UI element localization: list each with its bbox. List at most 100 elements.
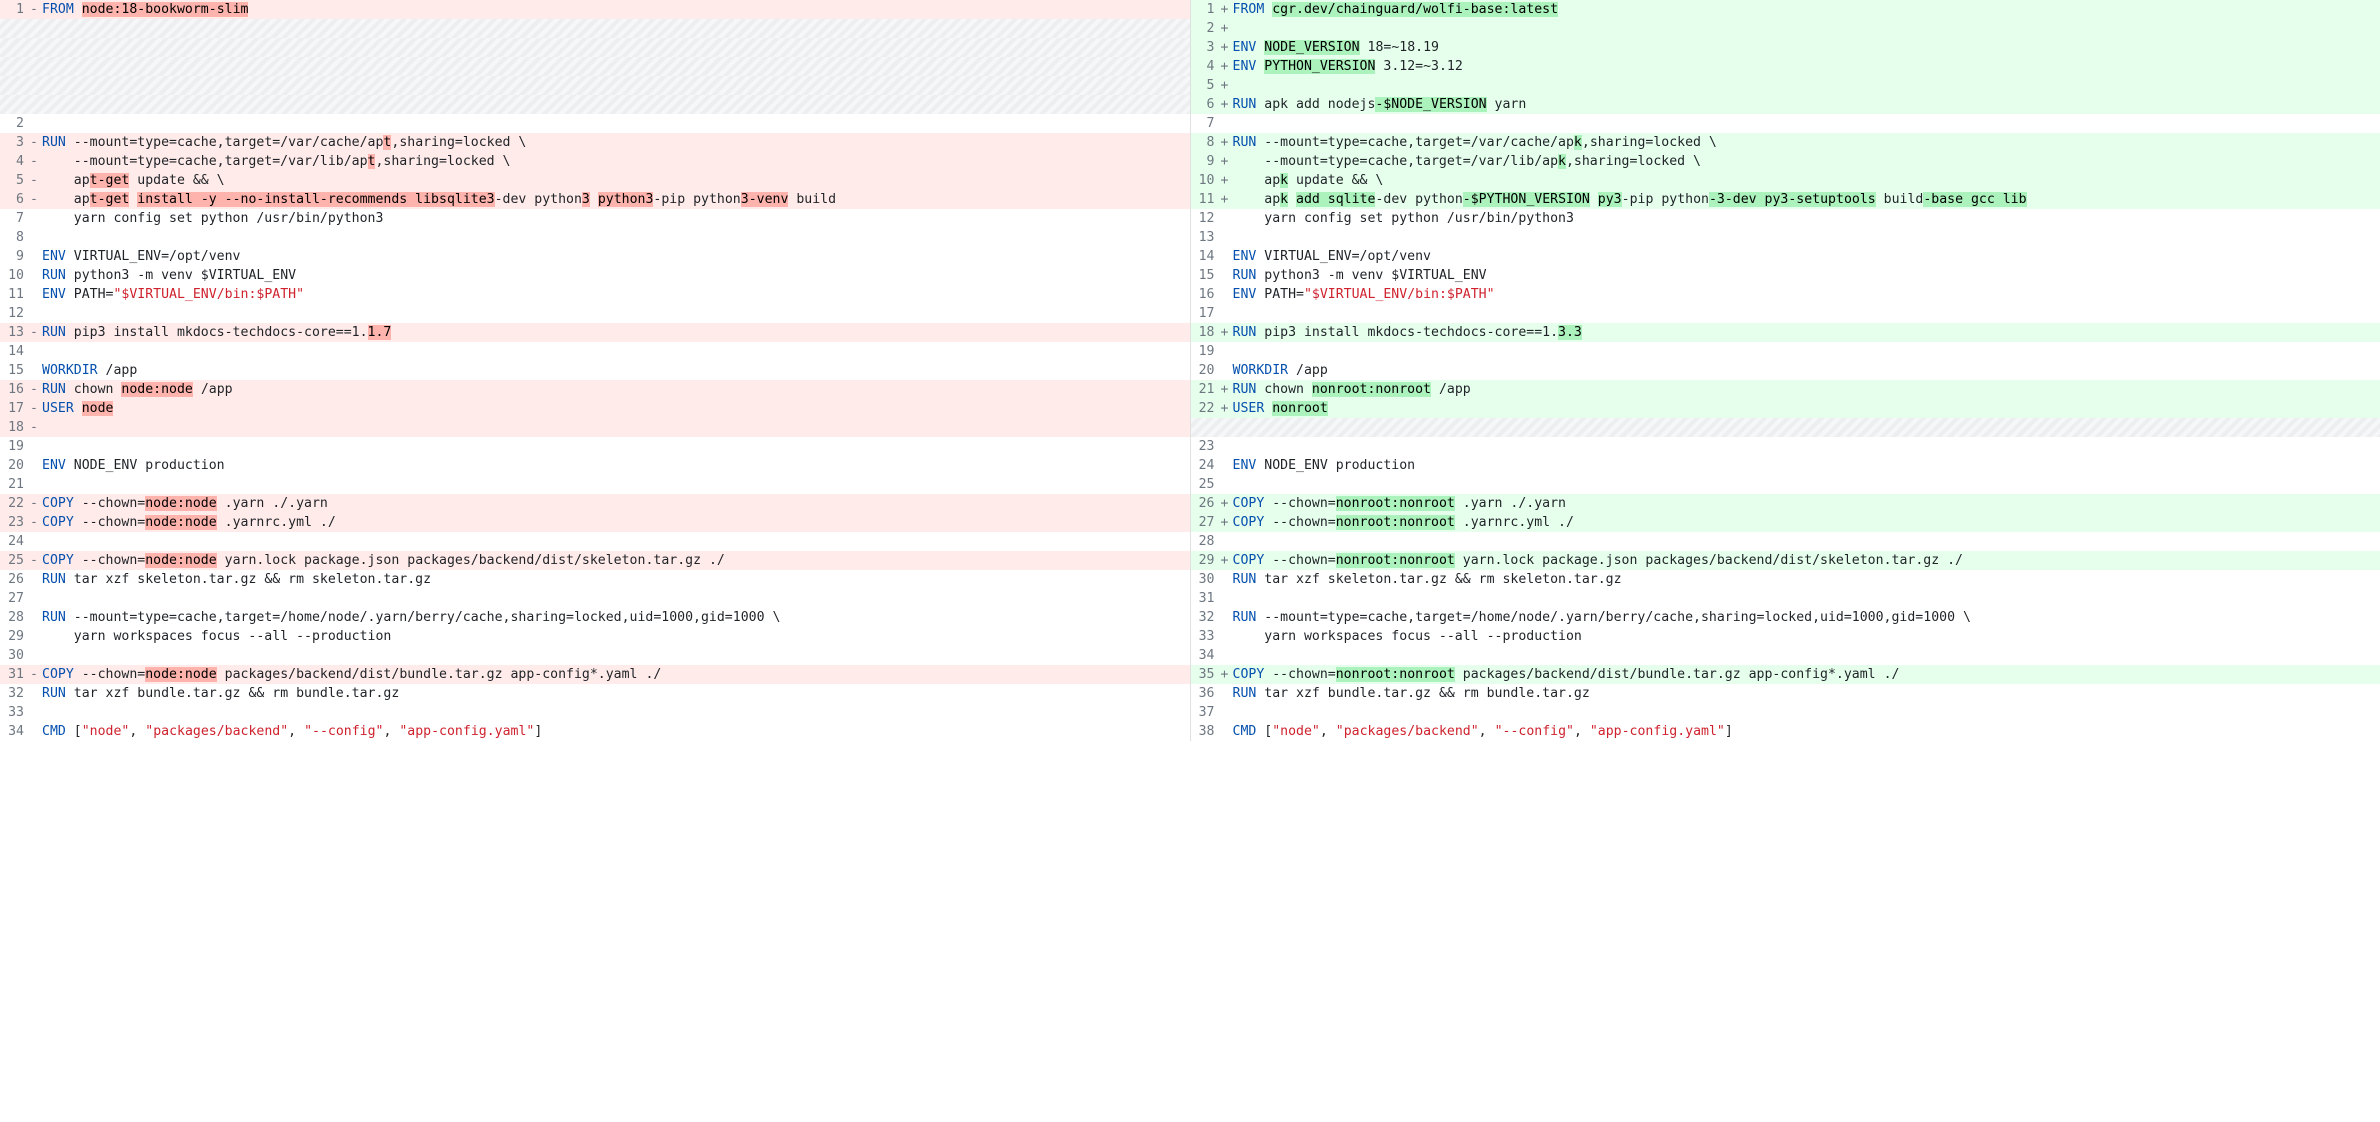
diff-line[interactable]: 15 RUN python3 -m venv $VIRTUAL_ENV [1191,266,2380,285]
diff-marker [28,589,40,608]
diff-line[interactable]: 10 RUN python3 -m venv $VIRTUAL_ENV [0,266,1190,285]
diff-line[interactable]: 28 [1191,532,2380,551]
diff-line[interactable]: 27+COPY --chown=nonroot:nonroot .yarnrc.… [1191,513,2380,532]
diff-line[interactable]: 24 ENV NODE_ENV production [1191,456,2380,475]
diff-line[interactable]: 6+RUN apk add nodejs-$NODE_VERSION yarn [1191,95,2380,114]
diff-line[interactable]: 31 [1191,589,2380,608]
diff-line[interactable] [0,76,1190,95]
diff-line[interactable]: 33 yarn workspaces focus --all --product… [1191,627,2380,646]
diff-line[interactable]: 20 ENV NODE_ENV production [0,456,1190,475]
diff-line[interactable]: 19 [0,437,1190,456]
diff-marker [28,361,40,380]
diff-line[interactable]: 33 [0,703,1190,722]
diff-line[interactable]: 2 [0,114,1190,133]
diff-line[interactable]: 7 [1191,114,2380,133]
diff-line[interactable]: 4- --mount=type=cache,target=/var/lib/ap… [0,152,1190,171]
code-content: COPY --chown=nonroot:nonroot yarn.lock p… [1231,551,2380,570]
diff-line[interactable]: 3-RUN --mount=type=cache,target=/var/cac… [0,133,1190,152]
code-content: WORKDIR /app [40,361,1190,380]
diff-line[interactable]: 18+RUN pip3 install mkdocs-techdocs-core… [1191,323,2380,342]
diff-line[interactable]: 9 ENV VIRTUAL_ENV=/opt/venv [0,247,1190,266]
diff-line[interactable]: 8+RUN --mount=type=cache,target=/var/cac… [1191,133,2380,152]
diff-line[interactable]: 14 [0,342,1190,361]
diff-marker [28,247,40,266]
diff-marker [1219,589,1231,608]
code-content: apt-get install -y --no-install-recommen… [40,190,1190,209]
diff-line[interactable]: 17-USER node [0,399,1190,418]
diff-line[interactable]: 1+FROM cgr.dev/chainguard/wolfi-base:lat… [1191,0,2380,19]
diff-marker [28,532,40,551]
diff-line[interactable]: 30 RUN tar xzf skeleton.tar.gz && rm ske… [1191,570,2380,589]
diff-line[interactable]: 11 ENV PATH="$VIRTUAL_ENV/bin:$PATH" [0,285,1190,304]
line-number: 20 [0,456,28,475]
diff-line[interactable]: 20 WORKDIR /app [1191,361,2380,380]
diff-line[interactable]: 8 [0,228,1190,247]
diff-line[interactable]: 21 [0,475,1190,494]
diff-line[interactable] [0,95,1190,114]
diff-line[interactable]: 13 [1191,228,2380,247]
diff-line[interactable]: 12 [0,304,1190,323]
diff-line[interactable]: 22+USER nonroot [1191,399,2380,418]
diff-line[interactable]: 12 yarn config set python /usr/bin/pytho… [1191,209,2380,228]
diff-line[interactable]: 35+COPY --chown=nonroot:nonroot packages… [1191,665,2380,684]
diff-line[interactable]: 26 RUN tar xzf skeleton.tar.gz && rm ske… [0,570,1190,589]
diff-line[interactable]: 23 [1191,437,2380,456]
diff-line[interactable]: 11+ apk add sqlite-dev python-$PYTHON_VE… [1191,190,2380,209]
diff-line[interactable]: 21+RUN chown nonroot:nonroot /app [1191,380,2380,399]
diff-line[interactable]: 30 [0,646,1190,665]
diff-marker [1219,703,1231,722]
diff-line[interactable]: 32 RUN tar xzf bundle.tar.gz && rm bundl… [0,684,1190,703]
diff-line[interactable] [0,57,1190,76]
diff-line[interactable]: 16 ENV PATH="$VIRTUAL_ENV/bin:$PATH" [1191,285,2380,304]
diff-line[interactable]: 4+ENV PYTHON_VERSION 3.12=~3.12 [1191,57,2380,76]
diff-line[interactable]: 3+ENV NODE_VERSION 18=~18.19 [1191,38,2380,57]
diff-line[interactable]: 2+ [1191,19,2380,38]
diff-marker [28,228,40,247]
code-content: USER nonroot [1231,399,2380,418]
code-content: RUN pip3 install mkdocs-techdocs-core==1… [40,323,1190,342]
diff-pane-left[interactable]: 1-FROM node:18-bookworm-slim 2 3-RUN --m… [0,0,1191,741]
diff-line[interactable]: 19 [1191,342,2380,361]
diff-line[interactable]: 36 RUN tar xzf bundle.tar.gz && rm bundl… [1191,684,2380,703]
diff-line[interactable] [0,19,1190,38]
diff-line[interactable]: 34 [1191,646,2380,665]
diff-line[interactable]: 26+COPY --chown=nonroot:nonroot .yarn ./… [1191,494,2380,513]
diff-line[interactable]: 37 [1191,703,2380,722]
diff-marker [1219,456,1231,475]
diff-line[interactable]: 15 WORKDIR /app [0,361,1190,380]
diff-line[interactable]: 17 [1191,304,2380,323]
diff-line[interactable]: 29+COPY --chown=nonroot:nonroot yarn.loc… [1191,551,2380,570]
line-number: 22 [0,494,28,513]
diff-line[interactable]: 1-FROM node:18-bookworm-slim [0,0,1190,19]
diff-line[interactable]: 24 [0,532,1190,551]
diff-pane-right[interactable]: 1+FROM cgr.dev/chainguard/wolfi-base:lat… [1191,0,2380,741]
diff-line[interactable]: 5- apt-get update && \ [0,171,1190,190]
diff-line[interactable]: 18- [0,418,1190,437]
diff-line[interactable]: 7 yarn config set python /usr/bin/python… [0,209,1190,228]
code-content [1231,589,2380,608]
diff-line[interactable]: 22-COPY --chown=node:node .yarn ./.yarn [0,494,1190,513]
diff-line[interactable]: 23-COPY --chown=node:node .yarnrc.yml ./ [0,513,1190,532]
diff-line[interactable]: 5+ [1191,76,2380,95]
diff-line[interactable]: 9+ --mount=type=cache,target=/var/lib/ap… [1191,152,2380,171]
diff-marker: + [1219,152,1231,171]
diff-line[interactable]: 16-RUN chown node:node /app [0,380,1190,399]
diff-line[interactable]: 29 yarn workspaces focus --all --product… [0,627,1190,646]
diff-line[interactable]: 31-COPY --chown=node:node packages/backe… [0,665,1190,684]
diff-line[interactable]: 13-RUN pip3 install mkdocs-techdocs-core… [0,323,1190,342]
diff-line[interactable]: 14 ENV VIRTUAL_ENV=/opt/venv [1191,247,2380,266]
diff-line[interactable]: 10+ apk update && \ [1191,171,2380,190]
diff-line[interactable] [0,38,1190,57]
diff-line[interactable]: 6- apt-get install -y --no-install-recom… [0,190,1190,209]
diff-line[interactable] [1191,418,2380,437]
diff-line[interactable]: 27 [0,589,1190,608]
line-number: 9 [1191,152,1219,171]
diff-line[interactable]: 25 [1191,475,2380,494]
diff-line[interactable]: 34 CMD ["node", "packages/backend", "--c… [0,722,1190,741]
diff-line[interactable]: 32 RUN --mount=type=cache,target=/home/n… [1191,608,2380,627]
diff-line[interactable]: 38 CMD ["node", "packages/backend", "--c… [1191,722,2380,741]
diff-marker [1219,266,1231,285]
diff-line[interactable]: 25-COPY --chown=node:node yarn.lock pack… [0,551,1190,570]
diff-marker [28,38,40,57]
diff-line[interactable]: 28 RUN --mount=type=cache,target=/home/n… [0,608,1190,627]
